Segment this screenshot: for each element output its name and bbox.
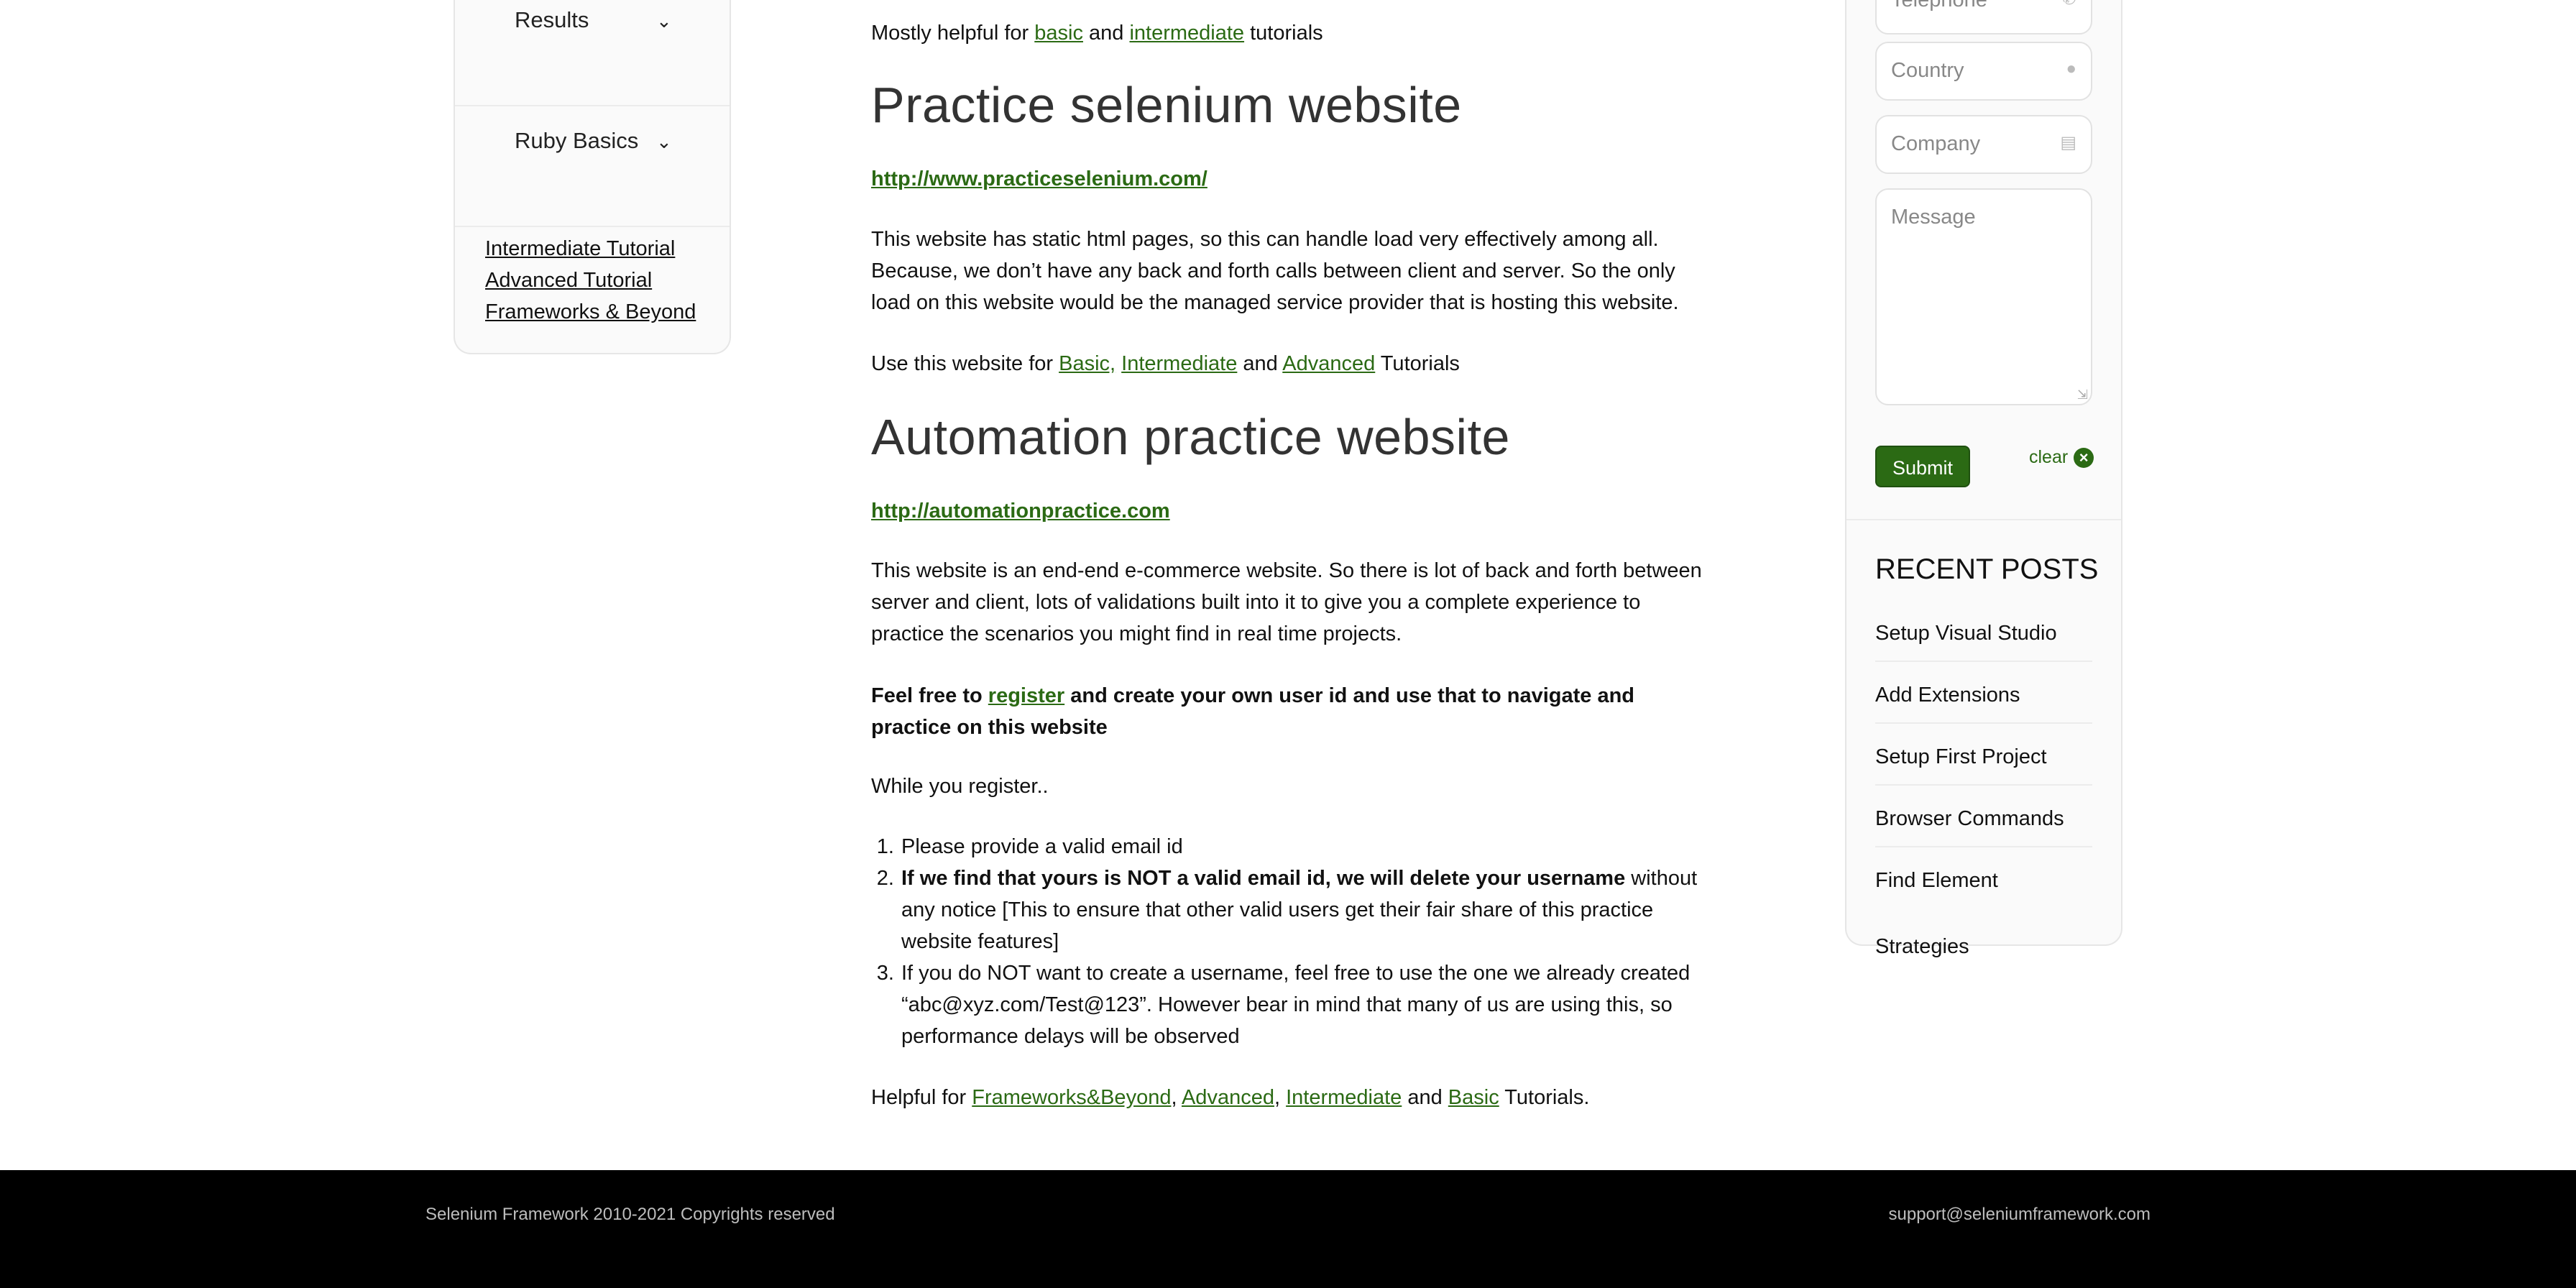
briefcase-icon: ▤	[2060, 133, 2076, 152]
link-basic-main[interactable]: Basic	[1448, 1086, 1499, 1109]
resize-handle-icon[interactable]: ⇲	[2077, 387, 2088, 402]
link-practiceselenium-url[interactable]: http://www.practiceselenium.com/	[871, 167, 1208, 190]
accordion-ruby-basics[interactable]: Ruby Basics ⌄	[455, 106, 730, 227]
register-note: Feel free to register and create your ow…	[871, 684, 1634, 739]
recent-post-link[interactable]: Browser Commands	[1875, 786, 2092, 847]
submit-button[interactable]: Submit	[1875, 446, 1970, 487]
automation-practice-description: This website is an end-end e-commerce we…	[871, 559, 1702, 645]
recent-post-link[interactable]: Setup First Project	[1875, 724, 2092, 786]
intro-text: Mostly helpful for basic and intermediat…	[871, 22, 1323, 45]
practice-selenium-usage: Use this website for Basic, Intermediate…	[871, 352, 1460, 375]
list-item: If you do NOT want to create a username,…	[900, 957, 1712, 1052]
accordion-ruby-basics-label: Ruby Basics	[515, 128, 639, 153]
accordion-results-label: Results	[515, 7, 589, 32]
link-automationpractice-url[interactable]: http://automationpractice.com	[871, 500, 1170, 523]
list-item: If we find that yours is NOT a valid ema…	[900, 862, 1712, 957]
recent-post-link[interactable]: Add Extensions	[1875, 662, 2092, 724]
footer: Selenium Framework 2010-2021 Copyrights …	[0, 1170, 2576, 1288]
link-basic-tutorial[interactable]: Basic,	[1059, 352, 1116, 375]
link-frameworks-beyond-main[interactable]: Frameworks&Beyond	[972, 1086, 1171, 1109]
footer-copyright: Selenium Framework 2010-2021 Copyrights …	[426, 1205, 835, 1224]
link-basic[interactable]: basic	[1034, 22, 1083, 45]
location-pin-icon: ●	[2066, 59, 2077, 78]
section-title-practice-selenium: Practice selenium website	[871, 77, 1462, 133]
divider	[1846, 519, 2121, 520]
link-advanced-tutorial[interactable]: Advanced Tutorial	[485, 264, 696, 296]
company-field[interactable]: Company ▤	[1875, 115, 2092, 174]
phone-icon: ✆	[2062, 0, 2076, 9]
register-instructions-list: Please provide a valid email id If we fi…	[871, 831, 1712, 1052]
section-title-automation-practice: Automation practice website	[871, 409, 1510, 465]
footer-support-email[interactable]: support@seleniumframework.com	[1889, 1205, 2151, 1225]
telephone-field[interactable]: Telephone * ✆	[1875, 0, 2092, 34]
accordion-results[interactable]: Results ⌄	[455, 0, 730, 106]
chevron-down-icon[interactable]: ⌄	[656, 10, 672, 32]
while-register-text: While you register..	[871, 775, 1049, 798]
list-item: Please provide a valid email id	[900, 831, 1712, 862]
tutorial-links: Intermediate Tutorial Advanced Tutorial …	[485, 233, 696, 328]
link-intermediate-tutorial[interactable]: Intermediate Tutorial	[485, 233, 696, 264]
recent-post-link[interactable]: Find Element Strategies	[1875, 847, 2092, 958]
link-frameworks-beyond[interactable]: Frameworks & Beyond	[485, 296, 696, 328]
clear-button[interactable]: clear ×	[2029, 447, 2094, 468]
right-sidebar: Telephone * ✆ Country ● Company ▤ Messag…	[1845, 0, 2122, 958]
link-intermediate-main[interactable]: Intermediate	[1286, 1086, 1402, 1109]
recent-posts-title: RECENT POSTS	[1875, 553, 2099, 585]
left-sidebar: Results ⌄ Ruby Basics ⌄ Intermediate Tut…	[454, 0, 731, 354]
link-intermediate-tutorial-main[interactable]: Intermediate	[1121, 352, 1237, 375]
message-field[interactable]: Message ⇲	[1875, 188, 2092, 405]
link-advanced-tutorial-main[interactable]: Advanced	[1282, 352, 1375, 375]
link-intermediate[interactable]: intermediate	[1129, 22, 1244, 45]
link-advanced-main[interactable]: Advanced	[1182, 1086, 1274, 1109]
helpful-for-text: Helpful for Frameworks&Beyond, Advanced,…	[871, 1086, 1590, 1109]
close-icon: ×	[2074, 448, 2094, 468]
link-register[interactable]: register	[988, 684, 1064, 707]
country-field[interactable]: Country ●	[1875, 42, 2092, 101]
recent-post-link[interactable]: Setup Visual Studio	[1875, 600, 2092, 662]
practice-selenium-description: This website has static html pages, so t…	[871, 228, 1679, 314]
recent-posts-list: Setup Visual Studio Add Extensions Setup…	[1875, 600, 2092, 958]
chevron-down-icon[interactable]: ⌄	[656, 131, 672, 153]
